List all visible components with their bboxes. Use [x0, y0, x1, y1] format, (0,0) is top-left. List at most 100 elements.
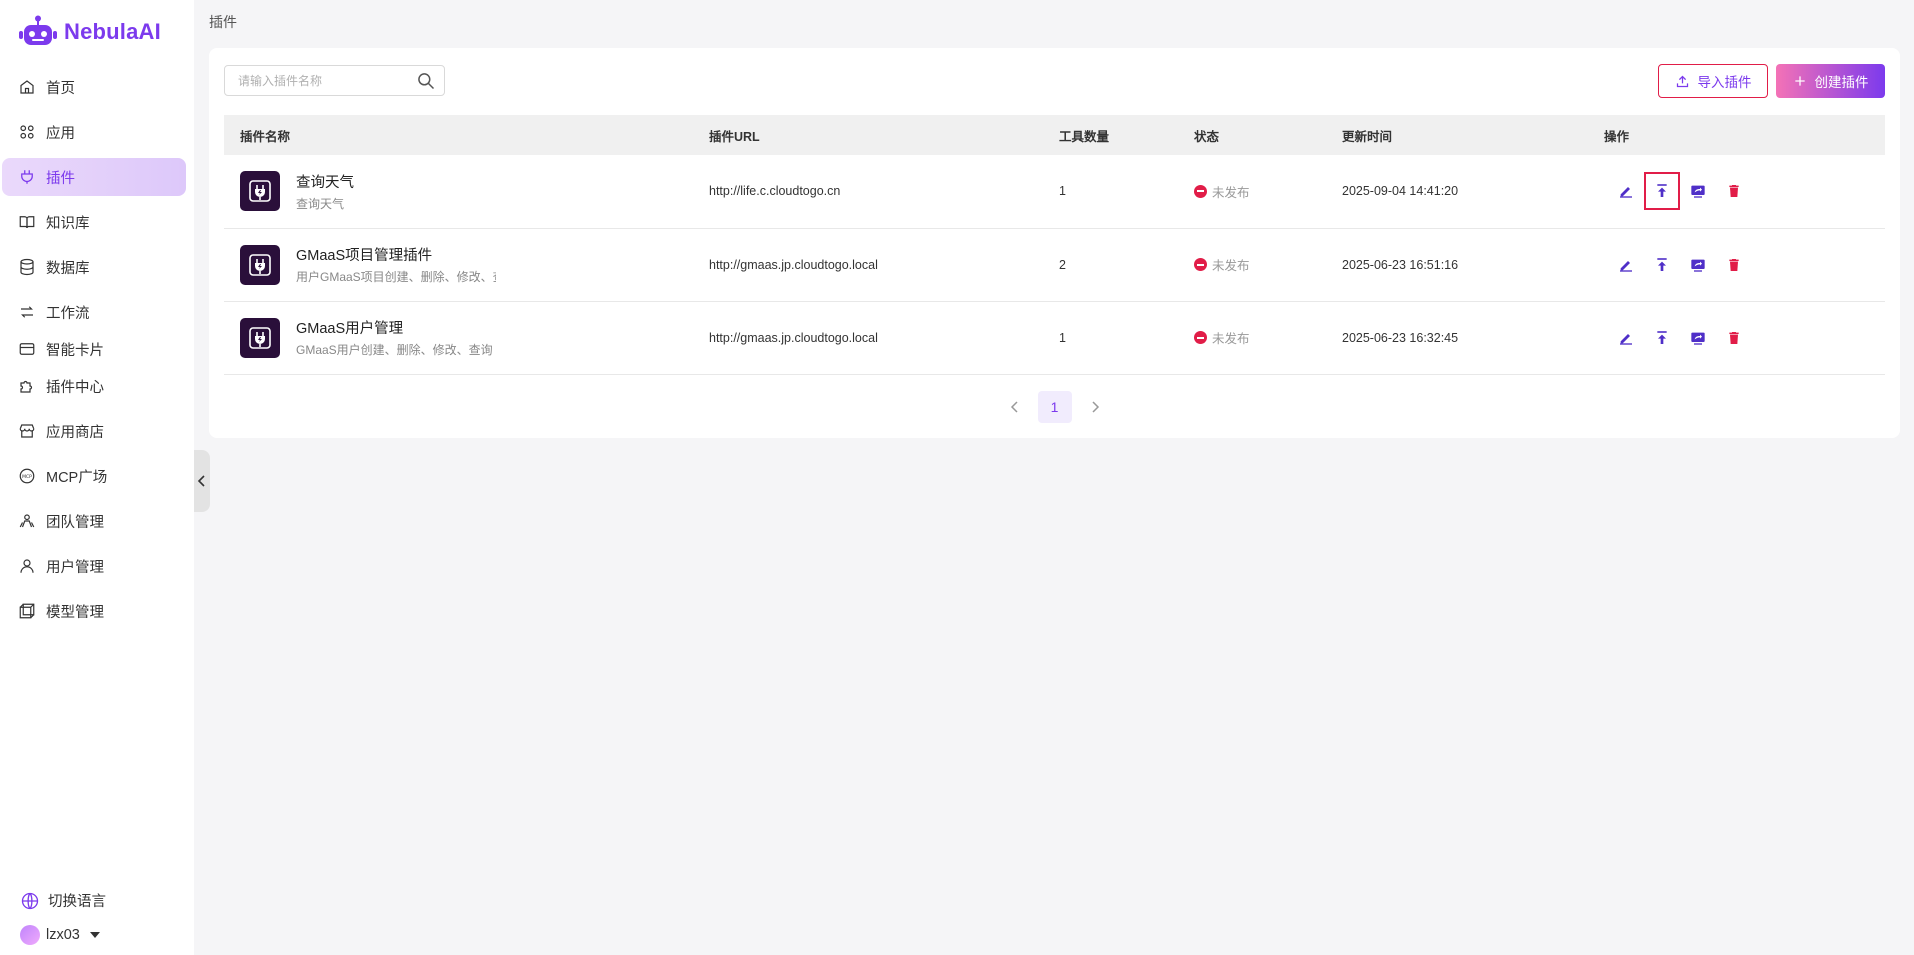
user-icon — [20, 559, 34, 573]
delete-button[interactable] — [1716, 319, 1752, 357]
pagination: 1 — [209, 391, 1900, 423]
model-icon — [19, 603, 35, 619]
search-input[interactable] — [225, 73, 405, 88]
workflow-icon — [21, 306, 33, 318]
plugin-avatar-icon — [240, 317, 280, 358]
sidebar-item-knowledge[interactable]: 知识库 — [2, 203, 186, 241]
sidebar-item-home[interactable]: 首页 — [2, 68, 186, 106]
table-row[interactable]: GMaaS项目管理插件 用户GMaaS项目创建、删除、修改、查询 http://… — [224, 228, 1885, 302]
plus-icon — [1794, 76, 1805, 86]
svg-text:MCP: MCP — [22, 474, 32, 480]
brand-name: NebulaAI — [64, 19, 161, 44]
plugin-list-card: 导入插件 创建插件 插件名称 插件URL 工具数量 状态 更新时间 操作 — [209, 48, 1900, 438]
status-badge: 未发布 — [1194, 255, 1342, 274]
trash-icon — [1729, 185, 1739, 198]
prev-page-button[interactable] — [1006, 398, 1024, 416]
sidebar-item-apps[interactable]: 应用 — [2, 113, 186, 151]
sidebar-item-smart-card[interactable]: 智能卡片 — [2, 330, 186, 368]
table-row[interactable]: 查询天气 查询天气 http://life.c.cloudtogo.cn 1 未… — [224, 155, 1885, 229]
plugin-description: GMaaS用户创建、删除、修改、查询 — [296, 343, 493, 357]
sidebar-item-plugin-center[interactable]: 插件中心 — [2, 367, 186, 405]
column-header-name: 插件名称 — [224, 115, 709, 155]
plugin-title: GMaaS项目管理插件 — [296, 248, 433, 264]
puzzle-icon — [20, 380, 33, 393]
database-icon — [20, 258, 34, 276]
plugin-url: http://life.c.cloudtogo.cn — [709, 155, 1059, 229]
minus-circle-icon — [1194, 331, 1207, 344]
sidebar-item-label: 智能卡片 — [46, 342, 104, 359]
mcp-icon: MCP — [19, 468, 35, 484]
upload-icon — [1676, 75, 1688, 87]
import-plugin-label: 导入插件 — [1697, 75, 1752, 90]
book-icon — [19, 216, 35, 229]
status-label: 未发布 — [1212, 259, 1250, 273]
sidebar-item-team[interactable]: 团队管理 — [2, 502, 186, 540]
sidebar-item-label: 团队管理 — [46, 514, 104, 531]
share-button[interactable] — [1680, 319, 1716, 357]
plugin-description: 查询天气 — [296, 196, 345, 211]
plugin-title: 查询天气 — [296, 174, 354, 191]
minus-circle-icon — [1194, 258, 1207, 271]
plugin-updated-time: 2025-06-23 16:32:45 — [1342, 301, 1604, 375]
publish-icon — [1657, 257, 1667, 271]
sidebar: NebulaAI 首页 应用 插件 知识库 数据库 工作流 智能卡片 插件中心 … — [0, 0, 194, 955]
robot-logo-icon — [19, 15, 57, 45]
edit-button[interactable] — [1608, 246, 1644, 284]
plugin-updated-time: 2025-06-23 16:51:16 — [1342, 228, 1604, 302]
sidebar-item-app-store[interactable]: 应用商店 — [2, 412, 186, 450]
sidebar-item-models[interactable]: 模型管理 — [2, 592, 186, 630]
status-label: 未发布 — [1212, 332, 1250, 346]
publish-button[interactable] — [1644, 172, 1680, 211]
sidebar-item-workflow[interactable]: 工作流 — [2, 293, 186, 331]
import-plugin-button[interactable]: 导入插件 — [1658, 64, 1768, 98]
column-header-tools: 工具数量 — [1059, 115, 1194, 155]
table-header: 插件名称 插件URL 工具数量 状态 更新时间 操作 — [224, 115, 1885, 155]
brand-logo[interactable]: NebulaAI — [18, 14, 161, 50]
next-page-button[interactable] — [1086, 398, 1104, 416]
status-badge: 未发布 — [1194, 328, 1342, 347]
sidebar-item-label: 应用 — [46, 125, 75, 142]
switch-language-button[interactable]: 切换语言 — [20, 890, 106, 911]
sidebar-item-mcp[interactable]: MCP MCP广场 — [2, 457, 186, 495]
collapse-sidebar-button[interactable] — [194, 450, 210, 512]
share-screen-icon — [1691, 185, 1705, 198]
create-plugin-button[interactable]: 创建插件 — [1776, 64, 1885, 98]
publish-icon — [1657, 330, 1667, 344]
edit-button[interactable] — [1608, 319, 1644, 357]
trash-icon — [1729, 331, 1739, 344]
search-box — [224, 65, 445, 96]
column-header-ops: 操作 — [1604, 115, 1885, 155]
pencil-icon — [1620, 260, 1632, 272]
publish-button[interactable] — [1644, 246, 1680, 284]
plugin-tool-count: 1 — [1059, 155, 1194, 229]
sidebar-item-database[interactable]: 数据库 — [2, 248, 186, 286]
publish-button[interactable] — [1644, 319, 1680, 357]
page-number-button[interactable]: 1 — [1037, 391, 1072, 423]
share-button[interactable] — [1680, 172, 1716, 210]
trash-icon — [1729, 258, 1739, 271]
share-button[interactable] — [1680, 246, 1716, 284]
plugin-updated-time: 2025-09-04 14:41:20 — [1342, 155, 1604, 229]
plugin-table: 插件名称 插件URL 工具数量 状态 更新时间 操作 查询天气 查询天气 htt… — [224, 115, 1885, 375]
plugin-avatar-icon — [240, 244, 280, 285]
delete-button[interactable] — [1716, 246, 1752, 284]
breadcrumb: 插件 — [209, 14, 237, 30]
team-icon — [19, 514, 35, 528]
sidebar-item-plugins[interactable]: 插件 — [2, 158, 186, 196]
search-icon[interactable] — [416, 71, 436, 91]
sidebar-item-label: 知识库 — [46, 215, 90, 232]
sidebar-item-label: 数据库 — [46, 260, 90, 277]
share-screen-icon — [1691, 259, 1705, 272]
table-row[interactable]: GMaaS用户管理 GMaaS用户创建、删除、修改、查询 http://gmaa… — [224, 301, 1885, 375]
minus-circle-icon — [1194, 184, 1207, 198]
sidebar-item-users[interactable]: 用户管理 — [2, 547, 186, 585]
globe-icon — [21, 892, 39, 909]
edit-button[interactable] — [1608, 172, 1644, 210]
plugin-info: GMaaS项目管理插件 用户GMaaS项目创建、删除、修改、查询 — [240, 244, 709, 285]
chevron-left-icon — [1010, 401, 1018, 413]
delete-button[interactable] — [1716, 172, 1752, 210]
share-screen-icon — [1691, 332, 1705, 345]
sidebar-item-label: 模型管理 — [46, 604, 104, 621]
user-menu[interactable]: lzx03 — [20, 925, 100, 945]
publish-icon — [1657, 184, 1667, 198]
